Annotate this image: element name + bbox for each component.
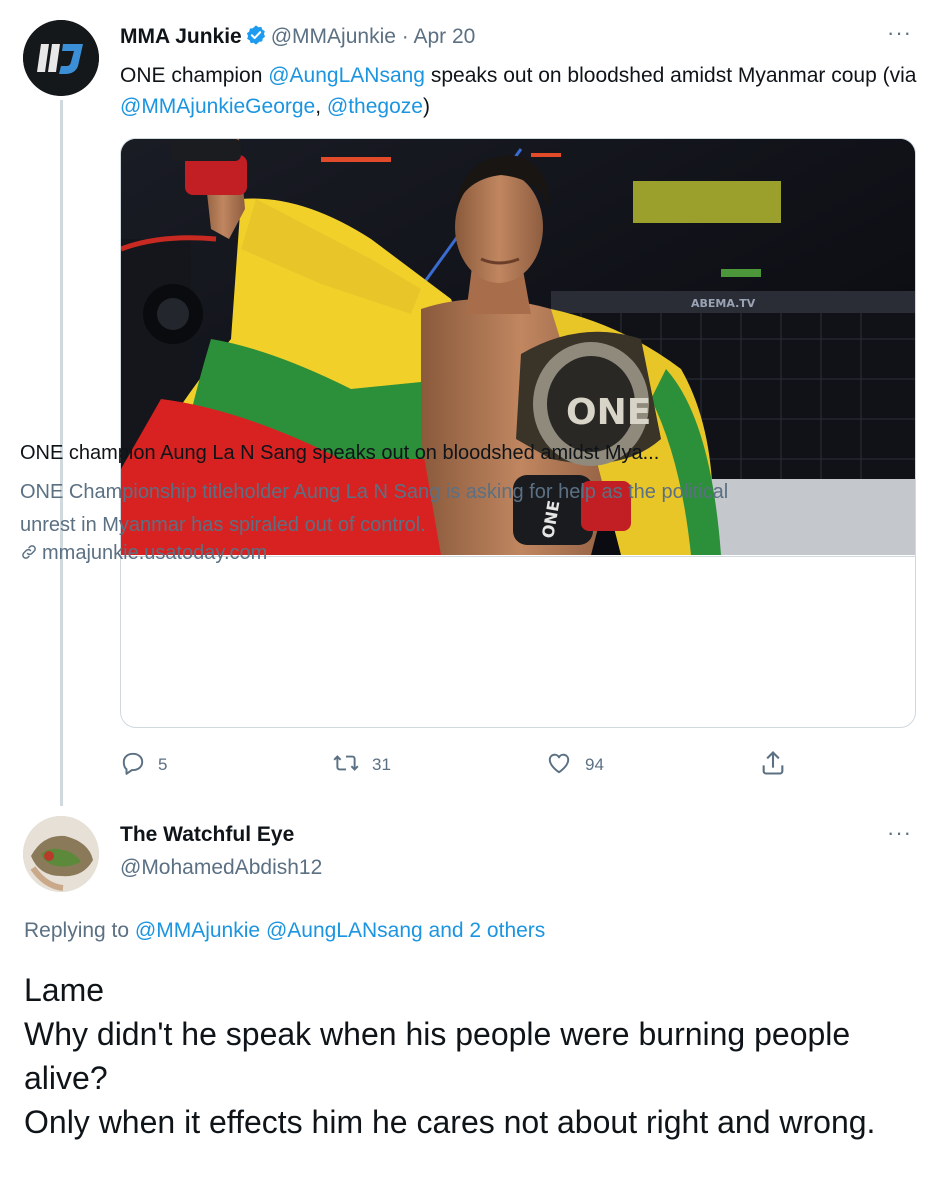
retweet-button[interactable]: 31 <box>332 750 391 780</box>
reply-more-icon[interactable]: ··· <box>887 820 912 846</box>
mma-junkie-avatar[interactable] <box>23 20 99 96</box>
replying-mention-mmajunkie[interactable]: @MMAjunkie <box>135 919 260 942</box>
replying-to: Replying to @MMAjunkie @AungLANsang and … <box>24 919 545 943</box>
mention-mmajunkiegeorge[interactable]: @MMAjunkieGeorge <box>120 95 315 118</box>
retweet-count: 31 <box>372 755 391 774</box>
author-handle[interactable]: @MMAjunkie <box>271 25 396 48</box>
verified-badge-icon <box>245 24 267 52</box>
reply-author-name[interactable]: The Watchful Eye <box>120 823 294 847</box>
more-icon[interactable]: ··· <box>887 20 912 46</box>
like-button[interactable]: 94 <box>545 750 604 780</box>
tweet-date[interactable]: Apr 20 <box>413 25 475 48</box>
tweet-text-part: , <box>315 95 327 118</box>
reply-line: Only when it effects him he cares not ab… <box>24 1104 876 1140</box>
reply-icon <box>120 750 158 781</box>
share-icon <box>759 749 799 782</box>
link-icon <box>20 542 42 564</box>
reply-button[interactable]: 5 <box>120 750 167 780</box>
link-card[interactable]: ABEMA.TV ONE ONE <box>120 138 916 728</box>
separator-dot: · <box>401 25 409 48</box>
reply-text: Lame Why didn't he speak when his people… <box>24 968 924 1144</box>
abema-screen-label: ABEMA.TV <box>691 297 756 310</box>
card-info[interactable] <box>121 556 915 727</box>
card-domain-text: mmajunkie.usatoday.com <box>42 542 268 564</box>
reply-author-handle[interactable]: @MohamedAbdish12 <box>120 856 322 880</box>
share-button[interactable] <box>759 750 799 780</box>
watchful-eye-avatar[interactable] <box>23 816 99 892</box>
replying-others-link[interactable]: and 2 others <box>429 919 546 942</box>
mention-aunglansang[interactable]: @AungLANsang <box>268 64 425 87</box>
reply-count: 5 <box>158 755 168 774</box>
card-description: ONE Championship titleholder Aung La N S… <box>20 481 729 536</box>
retweet-icon <box>332 750 372 781</box>
mention-thegoze[interactable]: @thegoze <box>327 95 423 118</box>
tweet-text-part: ONE champion <box>120 64 269 87</box>
reply-line: Lame <box>24 972 105 1008</box>
tweet-text-part: speaks out on bloodshed amidst Myanmar c… <box>425 64 917 87</box>
replying-mention-aunglansang[interactable]: @AungLANsang <box>266 919 423 942</box>
replying-prefix: Replying to <box>24 919 135 942</box>
card-domain[interactable]: mmajunkie.usatoday.com <box>20 542 267 565</box>
card-title[interactable]: ONE champion Aung La N Sang speaks out o… <box>20 442 780 465</box>
like-count: 94 <box>585 755 604 774</box>
like-icon <box>545 750 585 781</box>
author-name[interactable]: MMA Junkie <box>120 25 242 48</box>
belt-text: ONE <box>566 392 651 433</box>
reply-line: Why didn't he speak when his people were… <box>24 1016 851 1096</box>
tweet-header: MMA Junkie @MMAjunkie · Apr 20 <box>120 24 475 52</box>
tweet-text: ONE champion @AungLANsang speaks out on … <box>120 60 920 122</box>
tweet-text-part: ) <box>422 95 430 118</box>
